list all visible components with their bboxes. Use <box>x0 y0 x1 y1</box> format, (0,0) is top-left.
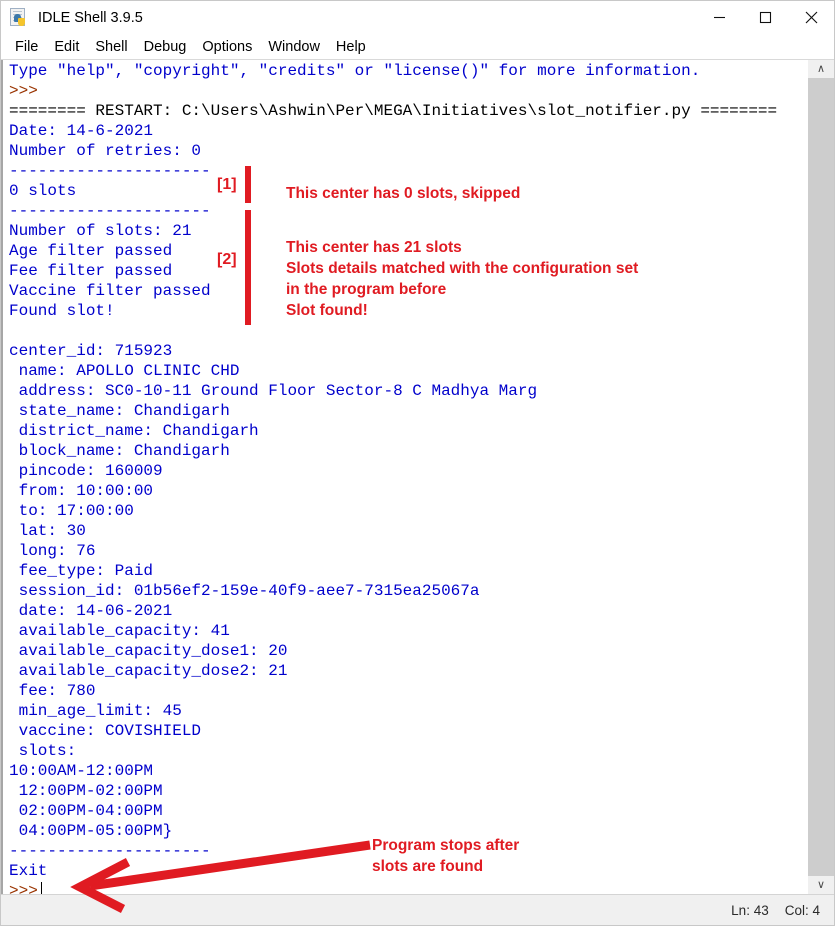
shell-line: --------------------- <box>9 842 211 860</box>
scroll-down-glyph: ∨ <box>816 878 826 891</box>
window-title: IDLE Shell 3.9.5 <box>38 9 143 26</box>
shell-line: Found slot! <box>9 302 115 320</box>
shell-line: slots: <box>9 742 77 760</box>
menu-item-file[interactable]: File <box>7 37 46 57</box>
shell-line: min_age_limit: 45 <box>9 702 182 720</box>
shell-line: to: 17:00:00 <box>9 502 134 520</box>
shell-line <box>9 321 777 341</box>
shell-line: date: 14-06-2021 <box>9 602 173 620</box>
shell-line: >>> <box>9 82 38 100</box>
shell-line: from: 10:00:00 <box>9 482 154 500</box>
maximize-icon[interactable] <box>742 1 788 34</box>
shell-line: 12:00PM-02:00PM <box>9 782 163 800</box>
shell-line: Vaccine filter passed <box>9 282 211 300</box>
shell-line: district_name: Chandigarh <box>9 422 259 440</box>
menu-item-shell[interactable]: Shell <box>87 37 135 57</box>
scroll-down-icon[interactable]: ∨ <box>808 876 834 894</box>
menu-item-edit[interactable]: Edit <box>46 37 87 57</box>
shell-output-text[interactable]: Type "help", "copyright", "credits" or "… <box>1 60 807 894</box>
shell-line: Type "help", "copyright", "credits" or "… <box>9 62 701 80</box>
menu-item-help[interactable]: Help <box>328 37 374 57</box>
text-caret <box>40 882 42 894</box>
minimize-icon[interactable] <box>696 1 742 34</box>
shell-line: Number of retries: 0 <box>9 142 202 160</box>
shell-line: fee: 780 <box>9 682 96 700</box>
shell-line: address: SC0-10-11 Ground Floor Sector-8… <box>9 382 538 400</box>
shell-lines: Type "help", "copyright", "credits" or "… <box>9 61 777 894</box>
shell-line: session_id: 01b56ef2-159e-40f9-aee7-7315… <box>9 582 480 600</box>
close-icon[interactable] <box>788 1 834 34</box>
status-bar: Ln: 43 Col: 4 <box>1 894 834 925</box>
shell-line: 0 slots <box>9 182 77 200</box>
shell-line: Fee filter passed <box>9 262 173 280</box>
scroll-up-glyph: ∧ <box>816 62 826 75</box>
menu-item-window[interactable]: Window <box>260 37 328 57</box>
shell-line: block_name: Chandigarh <box>9 442 230 460</box>
shell-line: 04:00PM-05:00PM} <box>9 822 173 840</box>
shell-line: vaccine: COVISHIELD <box>9 722 202 740</box>
shell-line: available_capacity: 41 <box>9 622 230 640</box>
shell-line: Exit <box>9 862 48 880</box>
scrollbar-thumb[interactable] <box>808 78 834 876</box>
shell-line: center_id: 715923 <box>9 342 173 360</box>
shell-line: fee_type: Paid <box>9 562 154 580</box>
idle-shell-window: IDLE Shell 3.9.5 File Edit Shell Debug O… <box>0 0 835 926</box>
shell-line: Number of slots: 21 <box>9 222 192 240</box>
shell-line: name: APOLLO CLINIC CHD <box>9 362 240 380</box>
shell-line: long: 76 <box>9 542 96 560</box>
shell-line: --------------------- <box>9 202 211 220</box>
vertical-scrollbar[interactable]: ∧ ∨ <box>807 60 834 894</box>
shell-line: 10:00AM-12:00PM <box>9 762 154 780</box>
python-file-icon <box>9 7 29 28</box>
window-controls <box>696 1 834 34</box>
shell-line: ======== RESTART: C:\Users\Ashwin\Per\ME… <box>9 102 778 120</box>
shell-line: available_capacity_dose1: 20 <box>9 642 288 660</box>
shell-line: state_name: Chandigarh <box>9 402 230 420</box>
shell-line: 02:00PM-04:00PM <box>9 802 163 820</box>
shell-line: --------------------- <box>9 162 211 180</box>
title-bar: IDLE Shell 3.9.5 <box>1 1 834 34</box>
menu-item-debug[interactable]: Debug <box>136 37 195 57</box>
shell-line: Date: 14-6-2021 <box>9 122 154 140</box>
menu-bar: File Edit Shell Debug Options Window Hel… <box>1 34 834 60</box>
shell-line: available_capacity_dose2: 21 <box>9 662 288 680</box>
menu-item-options[interactable]: Options <box>194 37 260 57</box>
scrollbar-track[interactable] <box>808 78 834 876</box>
shell-line: Age filter passed <box>9 242 173 260</box>
shell-line: >>> <box>9 881 777 894</box>
shell-line: lat: 30 <box>9 522 86 540</box>
shell-region: Type "help", "copyright", "credits" or "… <box>1 60 834 894</box>
status-line-number: Ln: 43 <box>731 902 769 918</box>
shell-line: pincode: 160009 <box>9 462 163 480</box>
status-column-number: Col: 4 <box>784 902 820 918</box>
scroll-up-icon[interactable]: ∧ <box>808 60 834 78</box>
